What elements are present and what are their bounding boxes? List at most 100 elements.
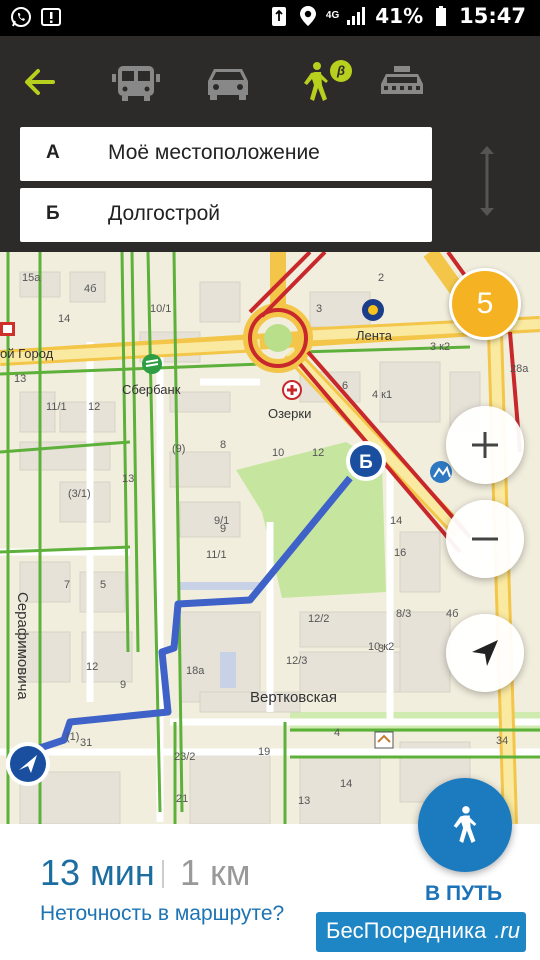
minus-icon: [472, 537, 498, 541]
building-number: 12/2: [308, 613, 329, 625]
watermark-text: БесПосредника: [326, 918, 487, 943]
taxi-icon: [381, 66, 423, 94]
mode-car[interactable]: [200, 60, 256, 104]
red-poi-icon[interactable]: [0, 322, 15, 336]
zoom-out-button[interactable]: [446, 500, 524, 578]
district-label: ой Город: [0, 346, 54, 361]
building-number: 10/1: [150, 303, 171, 315]
watermark-suffix: .ru: [494, 918, 520, 943]
building-number: (9): [172, 443, 185, 455]
building-number: 16: [394, 547, 406, 559]
building-number: 12: [86, 661, 98, 673]
building-number: 12/3: [286, 655, 307, 667]
pedestrian-icon: [304, 62, 328, 101]
navigation-arrow-icon: [472, 640, 498, 666]
street-label-vertkovskaya: Вертковская: [250, 689, 337, 706]
back-button[interactable]: [12, 60, 68, 104]
whatsapp-icon: [10, 6, 32, 28]
building-number: 8/3: [396, 608, 411, 620]
my-location-button[interactable]: [446, 614, 524, 692]
building-number: 12: [312, 447, 324, 459]
notification-icon: [40, 6, 62, 28]
building-number: 11/1: [206, 549, 227, 561]
route-inaccuracy-link[interactable]: Неточность в маршруте?: [40, 902, 284, 926]
start-route-label[interactable]: В ПУТЬ: [425, 882, 502, 906]
signal-icon: [346, 5, 368, 27]
plus-icon: [472, 432, 498, 458]
destination-marker[interactable]: Б: [346, 441, 386, 481]
building-number: 11/1: [46, 401, 67, 413]
building-number: 18а: [186, 665, 205, 677]
mountain-poi-icon[interactable]: [430, 461, 452, 483]
bus-icon: [112, 66, 160, 101]
building-number: 15а: [22, 272, 41, 284]
building-number: 23/2: [174, 751, 195, 763]
svg-text:Б: Б: [359, 452, 373, 473]
route-time: 13 мин: [40, 852, 155, 893]
house-poi-icon[interactable]: [374, 731, 394, 749]
building-number: 31: [80, 737, 92, 749]
location-icon: [297, 5, 319, 27]
building-number: 10: [272, 447, 284, 459]
building-number: 14: [58, 313, 70, 325]
from-letter: А: [46, 142, 60, 163]
street-label-serafimovicha: Серафимовича: [14, 592, 31, 700]
pedestrian-icon: [453, 806, 477, 843]
building-number: 4б: [446, 608, 458, 620]
building-number: 9: [220, 523, 226, 535]
building-number: 8: [220, 439, 226, 451]
transport-mode-bar: β: [0, 50, 540, 114]
mode-taxi[interactable]: [374, 60, 430, 104]
start-route-button[interactable]: [418, 778, 512, 872]
building-number: (3/1): [68, 488, 91, 500]
building-number: 4: [334, 727, 340, 739]
building-number: 19: [258, 746, 270, 758]
status-bar: 4G 41% 15:47: [0, 0, 540, 36]
building-number: 14: [390, 515, 402, 527]
route-counter-badge[interactable]: 5: [449, 268, 521, 340]
route-distance: 1 км: [180, 852, 251, 893]
route-to-field[interactable]: Б Долгострой: [20, 188, 432, 242]
building-number: 7: [64, 579, 70, 591]
building-number: (1): [66, 731, 79, 743]
clock: 15:47: [459, 4, 526, 28]
route-from-field[interactable]: А Моё местоположение: [20, 127, 432, 181]
network-type: 4G: [325, 10, 340, 21]
poi-lenta: Лента: [356, 328, 393, 343]
building-number: 6: [342, 380, 348, 392]
route-panel: β А Моё местоположение Б Долгострой: [0, 36, 540, 252]
beta-badge: β: [330, 60, 352, 82]
building-number: 13: [122, 473, 134, 485]
building-number: 21: [176, 793, 188, 805]
poi-sberbank: Сбербанк: [122, 382, 181, 397]
building-number: 9: [120, 679, 126, 691]
car-icon: [208, 69, 248, 100]
building-number: 14: [340, 778, 352, 790]
recycle-icon: [268, 5, 290, 27]
building-number: 34: [496, 735, 508, 747]
building-number: 3: [378, 643, 384, 655]
building-number: 28а: [510, 363, 529, 375]
battery-percent: 41%: [375, 4, 424, 28]
building-number: 13: [14, 373, 26, 385]
swap-route-button[interactable]: [476, 142, 498, 220]
zoom-in-button[interactable]: [446, 406, 524, 484]
building-number: 13: [298, 795, 310, 807]
back-arrow-icon: [25, 69, 55, 95]
building-number: 3: [316, 303, 322, 315]
swap-arrows-icon: [480, 146, 494, 216]
building-number: 12: [88, 401, 100, 413]
building-number: 4 к1: [372, 389, 392, 401]
building-number: 2: [378, 272, 384, 284]
building-number: 4б: [84, 283, 96, 295]
sberbank-icon[interactable]: [142, 354, 162, 374]
lenta-icon[interactable]: [362, 299, 384, 321]
to-letter: Б: [46, 203, 60, 224]
pharmacy-icon[interactable]: [282, 380, 302, 400]
my-location-marker[interactable]: [6, 742, 50, 786]
divider: [162, 860, 164, 888]
building-number: 5: [100, 579, 106, 591]
mode-public-transport[interactable]: [108, 60, 164, 104]
battery-icon: [430, 5, 452, 27]
poi-ozerki: Озерки: [268, 406, 311, 421]
